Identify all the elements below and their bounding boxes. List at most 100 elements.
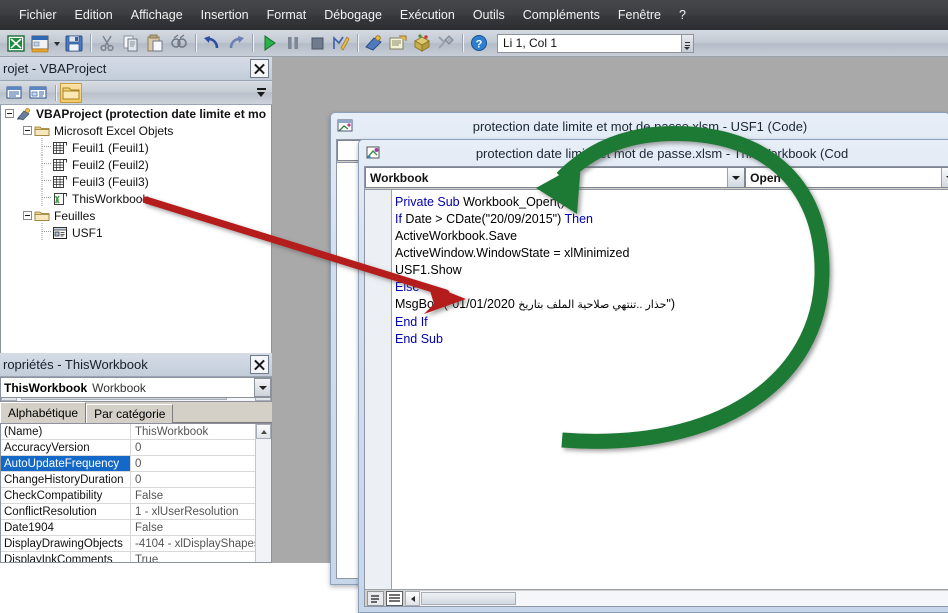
- property-value[interactable]: 1 - xlUserResolution: [131, 504, 271, 519]
- tree-collapse-icon[interactable]: [5, 109, 14, 118]
- properties-combo-arrow-icon[interactable]: [254, 378, 271, 397]
- tree-item[interactable]: Feuil1 (Feuil1): [1, 137, 271, 156]
- code-window-usf1-title: protection date limite et mot de passe.x…: [472, 118, 808, 134]
- code-segment: USF1.Show: [395, 263, 462, 277]
- tree-item[interactable]: Feuilles: [1, 207, 271, 224]
- procedure-combo[interactable]: Open: [745, 167, 948, 188]
- insert-dropdown-arrow-icon[interactable]: [52, 32, 62, 54]
- paste-icon[interactable]: [144, 32, 166, 54]
- break-icon[interactable]: [282, 32, 304, 54]
- tree-item-label: Feuil2 (Feuil2): [72, 157, 149, 172]
- run-icon[interactable]: [258, 32, 280, 54]
- sheet-icon: [52, 141, 68, 155]
- view-object-icon[interactable]: [27, 83, 49, 103]
- property-row[interactable]: ChangeHistoryDuration 0: [1, 472, 271, 488]
- property-value[interactable]: True: [131, 552, 271, 563]
- view-code-icon[interactable]: [3, 83, 25, 103]
- undo-icon[interactable]: [201, 32, 223, 54]
- property-value[interactable]: -4104 - xlDisplayShapes: [131, 536, 271, 551]
- property-value[interactable]: 0: [131, 440, 271, 455]
- design-mode-icon[interactable]: [330, 32, 352, 54]
- tree-collapse-icon[interactable]: [23, 211, 32, 220]
- procedure-combo-arrow-icon[interactable]: [940, 168, 948, 187]
- toolbar-overflow-icon[interactable]: [256, 83, 268, 103]
- menu-item-outils[interactable]: Outils: [464, 4, 514, 26]
- property-value[interactable]: 0: [131, 472, 271, 487]
- property-row[interactable]: Date1904 False: [1, 520, 271, 536]
- tree-collapse-icon[interactable]: [23, 126, 32, 135]
- help-icon[interactable]: ?: [468, 32, 490, 54]
- reset-icon[interactable]: [306, 32, 328, 54]
- save-icon[interactable]: [63, 32, 85, 54]
- tree-item-label: Microsoft Excel Objets: [54, 123, 174, 138]
- property-row[interactable]: CheckCompatibility False: [1, 488, 271, 504]
- object-combo[interactable]: Workbook: [365, 167, 746, 188]
- toolbox-icon[interactable]: [435, 32, 457, 54]
- property-row[interactable]: ConflictResolution 1 - xlUserResolution: [1, 504, 271, 520]
- property-name: DisplayDrawingObjects: [1, 536, 131, 551]
- scroll-up-arrow-icon[interactable]: [256, 424, 271, 439]
- menu-item-edition[interactable]: Edition: [66, 4, 122, 26]
- object-combo-arrow-icon[interactable]: [727, 168, 745, 187]
- redo-icon[interactable]: [225, 32, 247, 54]
- project-explorer-titlebar[interactable]: rojet - VBAProject: [0, 57, 272, 81]
- code-line: USF1.Show: [395, 262, 948, 279]
- property-row[interactable]: AccuracyVersion 0: [1, 440, 271, 456]
- tab-alphabetique[interactable]: Alphabétique: [0, 402, 87, 423]
- tree-item[interactable]: ThisWorkbook: [1, 188, 271, 207]
- project-tree[interactable]: VBAProject (protection date limite et mo…: [0, 105, 272, 385]
- insert-userform-icon[interactable]: [29, 32, 51, 54]
- object-browser-icon[interactable]: [411, 32, 433, 54]
- properties-vscrollbar[interactable]: [255, 424, 271, 562]
- close-icon[interactable]: [250, 59, 269, 78]
- menu-item-debogage[interactable]: Débogage: [315, 4, 391, 26]
- property-value[interactable]: False: [131, 520, 271, 535]
- cut-icon[interactable]: [96, 32, 118, 54]
- menu-item-affichage[interactable]: Affichage: [122, 4, 192, 26]
- code-editor[interactable]: Private Sub Workbook_Open() If Date > CDa…: [365, 189, 948, 606]
- property-row[interactable]: DisplayDrawingObjects -4104 - xlDisplaySh…: [1, 536, 271, 552]
- project-explorer-icon[interactable]: [363, 32, 385, 54]
- tree-item[interactable]: Feuil3 (Feuil3): [1, 171, 271, 190]
- code-window-usf1-titlebar[interactable]: protection date limite et mot de passe.x…: [331, 113, 948, 139]
- properties-window-icon[interactable]: [387, 32, 409, 54]
- standard-toolbar: ? Li 1, Col 1: [0, 30, 948, 57]
- code-window-thisworkbook-titlebar[interactable]: protection date limite et mot de passe.x…: [359, 140, 948, 166]
- scroll-left-arrow-icon[interactable]: [405, 590, 420, 606]
- tree-item[interactable]: VBAProject (protection date limite et mo: [1, 105, 271, 122]
- tree-item[interactable]: Feuil2 (Feuil2): [1, 154, 271, 173]
- menu-item-fenetre[interactable]: Fenêtre: [609, 4, 670, 26]
- menu-item-complements[interactable]: Compléments: [514, 4, 609, 26]
- close-icon[interactable]: [250, 355, 269, 374]
- code-hscroll-thumb[interactable]: [421, 591, 516, 605]
- menu-item-help[interactable]: ?: [670, 4, 695, 26]
- toggle-folders-icon[interactable]: [60, 82, 82, 103]
- properties-object-combo[interactable]: ThisWorkbook Workbook: [0, 377, 272, 398]
- position-spinner[interactable]: [681, 33, 694, 53]
- full-module-view-button[interactable]: [386, 590, 403, 606]
- property-value[interactable]: ThisWorkbook: [131, 424, 271, 439]
- property-row[interactable]: DisplayInkComments True: [1, 552, 271, 563]
- tree-item[interactable]: Microsoft Excel Objets: [1, 122, 271, 139]
- find-icon[interactable]: [168, 32, 190, 54]
- tree-item[interactable]: USF1: [1, 222, 271, 241]
- properties-grid[interactable]: (Name) ThisWorkbook AccuracyVersion 0 AutoUp…: [0, 423, 272, 563]
- property-row[interactable]: AutoUpdateFrequency 0: [1, 456, 271, 472]
- menu-item-execution[interactable]: Exécution: [391, 4, 464, 26]
- menu-item-insertion[interactable]: Insertion: [192, 4, 258, 26]
- property-value[interactable]: False: [131, 488, 271, 503]
- menu-item-format[interactable]: Format: [258, 4, 316, 26]
- tab-par-categorie[interactable]: Par catégorie: [86, 404, 174, 423]
- properties-titlebar[interactable]: ropriétés - ThisWorkbook: [0, 353, 272, 377]
- code-window-thisworkbook[interactable]: protection date limite et mot de passe.x…: [358, 139, 948, 613]
- copy-icon[interactable]: [120, 32, 142, 54]
- code-segment: End If: [395, 315, 428, 329]
- property-row[interactable]: (Name) ThisWorkbook: [1, 424, 271, 440]
- property-value[interactable]: 0: [131, 456, 271, 471]
- code-horizontal-scrollbar[interactable]: [405, 590, 948, 606]
- menu-item-fichier[interactable]: Fichier: [10, 4, 66, 26]
- view-excel-icon[interactable]: [5, 32, 27, 54]
- workbook-code-icon: [365, 145, 382, 161]
- procedure-view-button[interactable]: [367, 590, 384, 606]
